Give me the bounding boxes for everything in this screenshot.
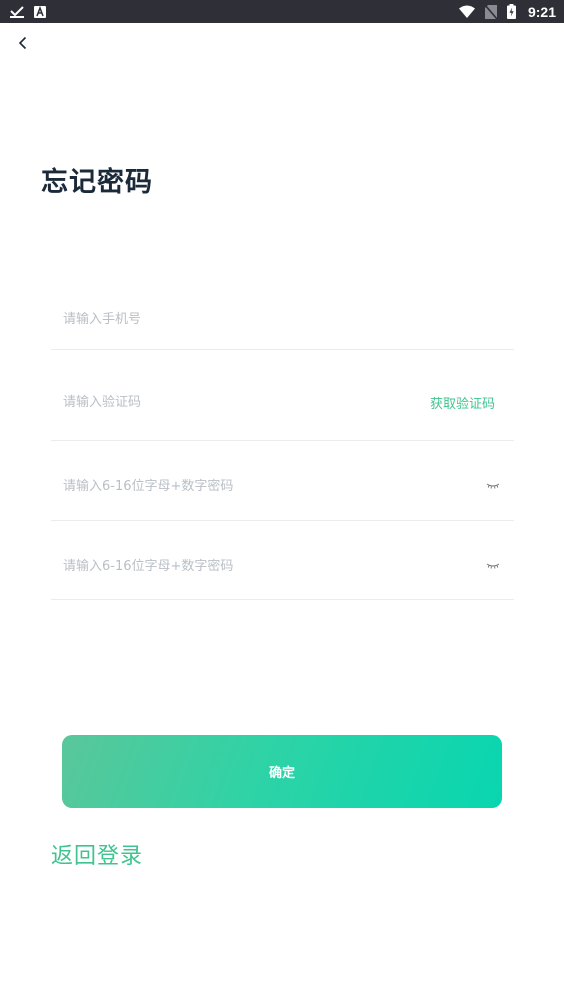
check-download-icon bbox=[10, 5, 24, 18]
back-button[interactable] bbox=[10, 31, 36, 57]
status-bar-right: 9:21 bbox=[458, 3, 556, 20]
phone-field bbox=[51, 290, 514, 350]
password-input[interactable] bbox=[63, 452, 393, 520]
chevron-left-icon bbox=[18, 35, 28, 54]
confirm-button[interactable]: 确定 bbox=[62, 735, 502, 808]
status-bar: 9:21 bbox=[0, 0, 564, 23]
eye-closed-icon[interactable] bbox=[484, 533, 502, 599]
no-sim-icon bbox=[484, 4, 497, 19]
password-field bbox=[51, 452, 514, 521]
phone-input[interactable] bbox=[63, 290, 393, 349]
confirm-password-field bbox=[51, 533, 514, 600]
code-field: 获取验证码 bbox=[51, 365, 514, 441]
back-to-login-link[interactable]: 返回登录 bbox=[51, 838, 143, 870]
eye-closed-icon[interactable] bbox=[484, 452, 502, 520]
status-bar-left bbox=[10, 5, 46, 18]
confirm-password-input[interactable] bbox=[63, 533, 393, 599]
wifi-icon bbox=[458, 5, 475, 18]
get-code-button[interactable]: 获取验证码 bbox=[430, 365, 495, 440]
status-time: 9:21 bbox=[527, 3, 556, 20]
verification-code-input[interactable] bbox=[63, 365, 393, 440]
page-title: 忘记密码 bbox=[41, 167, 153, 198]
text-notification-icon bbox=[34, 5, 46, 18]
battery-charging-icon bbox=[506, 4, 516, 19]
